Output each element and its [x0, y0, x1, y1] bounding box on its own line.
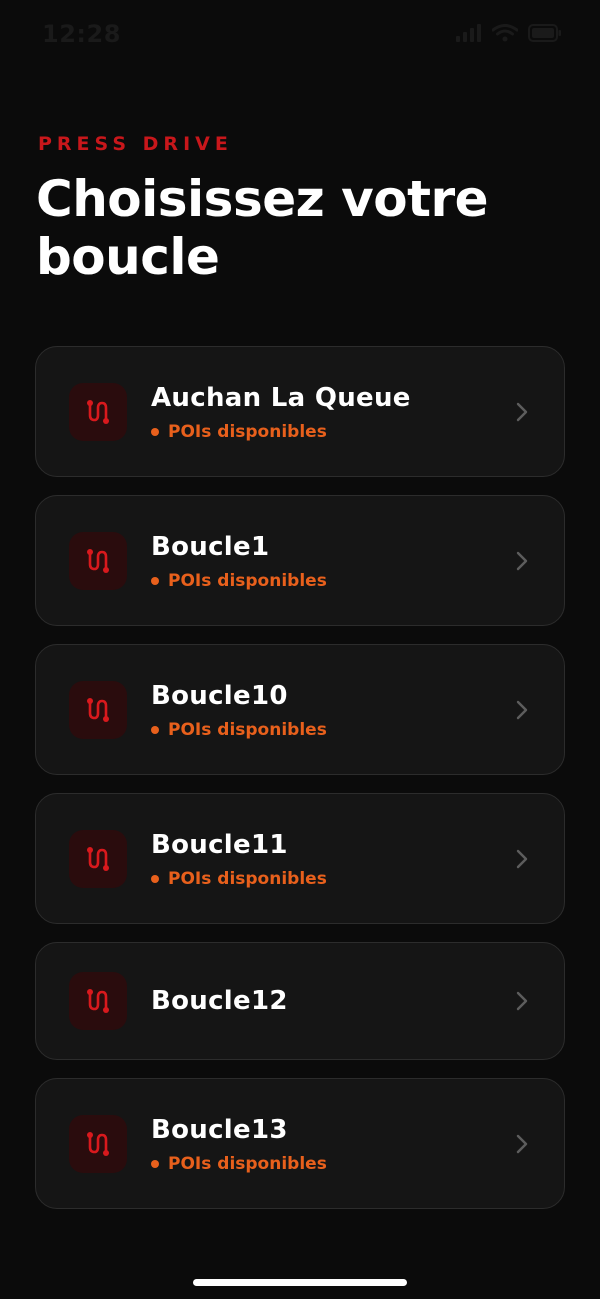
loop-list: Auchan La Queue POIs disponibles Boucle1…: [35, 346, 565, 1209]
loop-text: Boucle10 POIs disponibles: [151, 680, 327, 740]
status-dot-icon: [151, 427, 159, 436]
loop-text: Boucle11 POIs disponibles: [151, 829, 327, 889]
poi-status: POIs disponibles: [151, 1154, 327, 1174]
signal-icon: [456, 24, 481, 42]
home-indicator[interactable]: [193, 1279, 407, 1286]
brand-label: PRESS DRIVE: [38, 133, 233, 155]
route-icon-box: [69, 1114, 127, 1173]
poi-status-label: POIs disponibles: [168, 570, 327, 591]
loop-name: Auchan La Queue: [151, 382, 411, 413]
loop-name: Boucle1: [151, 531, 270, 562]
loop-card[interactable]: Boucle1 POIs disponibles: [35, 495, 565, 626]
route-icon-box: [69, 531, 127, 590]
chevron-right-icon: [516, 402, 528, 421]
route-icon: [87, 989, 109, 1013]
route-icon: [87, 399, 109, 424]
loop-card[interactable]: Boucle12: [35, 942, 565, 1060]
chevron-right-icon: [516, 849, 528, 868]
poi-status: POIs disponibles: [151, 422, 411, 442]
route-icon-box: [69, 829, 127, 888]
chevron-right-icon: [516, 700, 528, 719]
chevron-right-icon: [516, 991, 528, 1011]
loop-name: Boucle11: [151, 829, 288, 860]
loop-name: Boucle10: [151, 680, 288, 711]
status-dot-icon: [151, 576, 159, 585]
chevron-right-icon: [516, 551, 528, 570]
wifi-icon: [492, 24, 518, 42]
loop-name: Boucle12: [151, 986, 288, 1016]
loop-card[interactable]: Boucle13 POIs disponibles: [35, 1078, 565, 1209]
battery-icon: [528, 24, 561, 42]
poi-status: POIs disponibles: [151, 720, 327, 740]
loop-card[interactable]: Boucle10 POIs disponibles: [35, 644, 565, 775]
route-icon: [87, 1131, 109, 1156]
loop-text: Boucle1 POIs disponibles: [151, 531, 327, 591]
status-dot-icon: [151, 874, 159, 883]
poi-status: POIs disponibles: [151, 869, 327, 889]
poi-status-label: POIs disponibles: [168, 868, 327, 889]
status-dot-icon: [151, 725, 159, 734]
loop-text: Boucle13 POIs disponibles: [151, 1114, 327, 1174]
page-title: Choisissez votre boucle: [36, 170, 489, 286]
status-dot-icon: [151, 1159, 159, 1168]
route-icon-box: [69, 680, 127, 739]
loop-name: Boucle13: [151, 1114, 288, 1145]
route-icon: [87, 846, 109, 871]
status-time: 12:28: [42, 20, 121, 48]
route-icon-box: [69, 972, 127, 1030]
loop-card[interactable]: Auchan La Queue POIs disponibles: [35, 346, 565, 477]
chevron-right-icon: [516, 1134, 528, 1153]
loop-text: Boucle12: [151, 985, 288, 1017]
poi-status-label: POIs disponibles: [168, 421, 327, 442]
status-icons: [456, 24, 562, 42]
route-icon: [87, 697, 109, 722]
route-icon-box: [69, 382, 127, 441]
loop-text: Auchan La Queue POIs disponibles: [151, 382, 411, 442]
loop-card[interactable]: Boucle11 POIs disponibles: [35, 793, 565, 924]
status-bar: 12:28: [0, 0, 600, 70]
poi-status-label: POIs disponibles: [168, 719, 327, 740]
poi-status-label: POIs disponibles: [168, 1153, 327, 1174]
route-icon: [87, 548, 109, 573]
poi-status: POIs disponibles: [151, 571, 327, 591]
